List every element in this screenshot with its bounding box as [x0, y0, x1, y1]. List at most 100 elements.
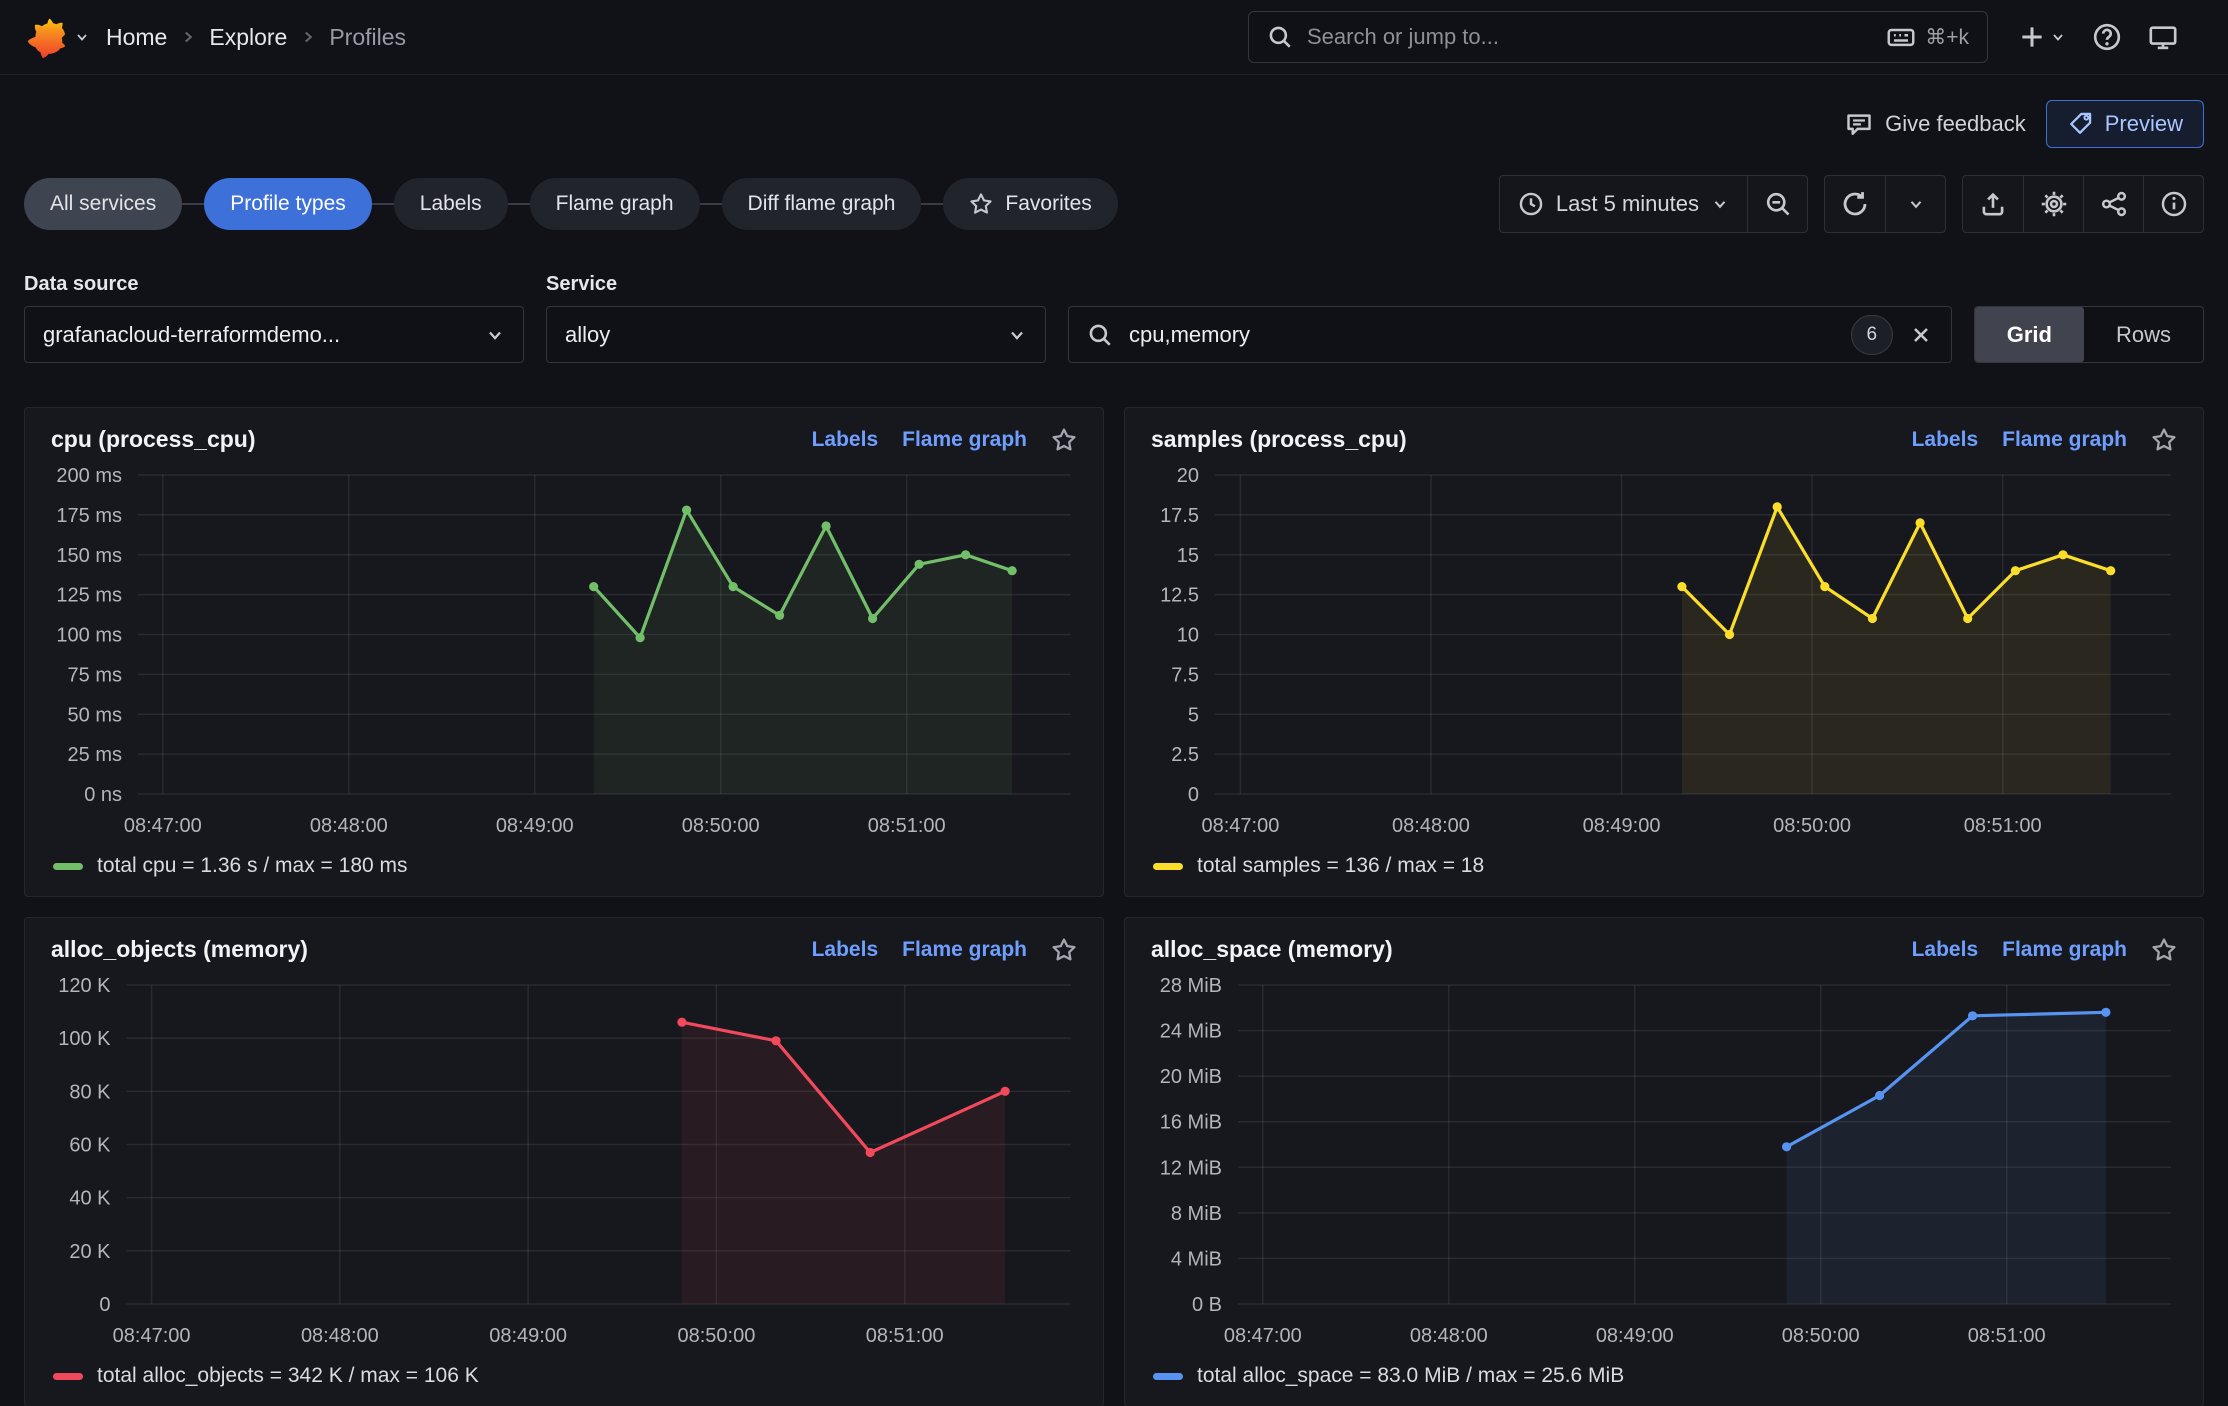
svg-text:08:51:00: 08:51:00	[868, 815, 946, 837]
favorite-star-button[interactable]	[2151, 937, 2177, 963]
svg-text:08:50:00: 08:50:00	[682, 815, 760, 837]
flame-graph-link[interactable]: Flame graph	[902, 938, 1027, 962]
panel-alloc-objects: alloc_objects (memory) Labels Flame grap…	[24, 917, 1104, 1406]
search-shortcut-label: ⌘+k	[1925, 25, 1969, 50]
clear-search-button[interactable]	[1909, 323, 1933, 347]
chevron-down-icon	[1007, 325, 1027, 345]
help-button[interactable]	[2092, 22, 2122, 52]
nav-left: Home Explore Profiles	[24, 15, 1218, 59]
exploration-tabs: All services Profile types Labels Flame …	[24, 178, 1118, 230]
layout-toggle: Grid Rows	[1974, 306, 2204, 363]
legend-label[interactable]: total cpu = 1.36 s / max = 180 ms	[97, 854, 408, 878]
refresh-interval-dropdown[interactable]	[1885, 176, 1945, 232]
give-feedback-button[interactable]: Give feedback	[1845, 110, 2026, 138]
svg-text:08:48:00: 08:48:00	[1392, 815, 1470, 837]
panel-samples: samples (process_cpu) Labels Flame graph…	[1124, 407, 2204, 897]
tab-flame-graph[interactable]: Flame graph	[530, 178, 700, 230]
labels-link[interactable]: Labels	[812, 938, 879, 962]
keyboard-icon	[1887, 23, 1915, 51]
panel-links: Labels Flame graph	[1912, 427, 2177, 453]
question-circle-icon	[2092, 22, 2122, 52]
layout-rows-button[interactable]: Rows	[2084, 307, 2203, 362]
time-range-picker[interactable]: Last 5 minutes	[1500, 176, 1747, 232]
favorite-star-button[interactable]	[1051, 427, 1077, 453]
favorite-star-button[interactable]	[2151, 427, 2177, 453]
chevron-down-icon	[485, 325, 505, 345]
svg-text:16 MiB: 16 MiB	[1160, 1112, 1222, 1134]
svg-text:08:47:00: 08:47:00	[1224, 1325, 1302, 1347]
top-navigation: Home Explore Profiles ⌘+k	[0, 0, 2228, 75]
comment-icon	[1845, 110, 1873, 138]
global-search-input[interactable]: ⌘+k	[1248, 11, 1988, 63]
svg-text:75 ms: 75 ms	[68, 664, 122, 686]
cpu-chart[interactable]: 0 ns25 ms50 ms75 ms100 ms125 ms150 ms175…	[43, 463, 1085, 846]
panel-legend: total alloc_space = 83.0 MiB / max = 25.…	[1143, 1356, 2185, 1398]
breadcrumb-home[interactable]: Home	[106, 24, 167, 51]
service-filter: Service alloy	[546, 273, 1046, 363]
tab-connector	[921, 203, 943, 205]
layout-grid-button[interactable]: Grid	[1975, 307, 2084, 362]
data-source-filter: Data source grafanacloud-terraformdemo..…	[24, 273, 524, 363]
info-button[interactable]	[2143, 176, 2203, 232]
preview-badge[interactable]: Preview	[2046, 100, 2204, 148]
svg-text:08:49:00: 08:49:00	[496, 815, 574, 837]
favorite-star-button[interactable]	[1051, 937, 1077, 963]
global-search-field[interactable]	[1307, 24, 1873, 50]
svg-text:7.5: 7.5	[1171, 664, 1199, 686]
new-menu-button[interactable]	[2018, 23, 2066, 51]
grafana-logo-icon	[24, 15, 68, 59]
labels-link[interactable]: Labels	[1912, 428, 1979, 452]
refresh-button[interactable]	[1825, 176, 1885, 232]
profile-search-input[interactable]	[1129, 322, 1835, 348]
settings-button[interactable]	[2023, 176, 2083, 232]
tab-labels[interactable]: Labels	[394, 178, 508, 230]
legend-color-dash	[1153, 1373, 1183, 1380]
svg-text:0: 0	[99, 1294, 110, 1316]
tab-connector	[508, 203, 530, 205]
grafana-logo-button[interactable]	[24, 15, 90, 59]
legend-label[interactable]: total alloc_space = 83.0 MiB / max = 25.…	[1197, 1364, 1624, 1388]
svg-text:50 ms: 50 ms	[68, 704, 122, 726]
result-count-badge: 6	[1851, 315, 1893, 355]
share-button[interactable]	[2083, 176, 2143, 232]
time-range-label: Last 5 minutes	[1556, 191, 1699, 217]
chevron-down-icon	[2050, 29, 2066, 45]
panel-cpu: cpu (process_cpu) Labels Flame graph 0 n…	[24, 407, 1104, 897]
alloc-space-chart[interactable]: 0 B4 MiB8 MiB12 MiB16 MiB20 MiB24 MiB28 …	[1143, 973, 2185, 1356]
alloc-objects-chart[interactable]: 020 K40 K60 K80 K100 K120 K08:47:0008:48…	[43, 973, 1085, 1356]
tab-all-services[interactable]: All services	[24, 178, 182, 230]
svg-text:5: 5	[1188, 704, 1199, 726]
flame-graph-link[interactable]: Flame graph	[2002, 428, 2127, 452]
flame-graph-link[interactable]: Flame graph	[2002, 938, 2127, 962]
export-button[interactable]	[1963, 176, 2023, 232]
info-circle-icon	[2160, 190, 2188, 218]
preview-label: Preview	[2105, 111, 2183, 137]
svg-text:08:50:00: 08:50:00	[1782, 1325, 1860, 1347]
legend-label[interactable]: total alloc_objects = 342 K / max = 106 …	[97, 1364, 479, 1388]
panel-links: Labels Flame graph	[812, 937, 1077, 963]
panel-header: alloc_space (memory) Labels Flame graph	[1143, 932, 2185, 973]
svg-text:100 ms: 100 ms	[56, 625, 122, 647]
display-settings-button[interactable]	[2148, 22, 2178, 52]
service-select[interactable]: alloy	[546, 306, 1046, 363]
breadcrumb-profiles: Profiles	[329, 24, 406, 51]
tab-diff-flame-graph[interactable]: Diff flame graph	[722, 178, 922, 230]
samples-chart[interactable]: 02.557.51012.51517.52008:47:0008:48:0008…	[1143, 463, 2185, 846]
tab-profile-types[interactable]: Profile types	[204, 178, 372, 230]
legend-label[interactable]: total samples = 136 / max = 18	[1197, 854, 1484, 878]
data-source-select[interactable]: grafanacloud-terraformdemo...	[24, 306, 524, 363]
labels-link[interactable]: Labels	[812, 428, 879, 452]
plus-icon	[2018, 23, 2046, 51]
profile-search-box[interactable]: 6	[1068, 306, 1952, 363]
labels-link[interactable]: Labels	[1912, 938, 1979, 962]
filters-row: Data source grafanacloud-terraformdemo..…	[24, 273, 2204, 363]
flame-graph-link[interactable]: Flame graph	[902, 428, 1027, 452]
main-content: Give feedback Preview All services Profi…	[0, 99, 2228, 1406]
svg-text:120 K: 120 K	[58, 975, 111, 997]
gear-icon	[2040, 190, 2068, 218]
zoom-out-button[interactable]	[1747, 176, 1807, 232]
svg-text:24 MiB: 24 MiB	[1160, 1021, 1222, 1043]
breadcrumb-explore[interactable]: Explore	[209, 24, 287, 51]
tab-favorites[interactable]: Favorites	[943, 178, 1117, 230]
svg-text:08:49:00: 08:49:00	[489, 1325, 567, 1347]
